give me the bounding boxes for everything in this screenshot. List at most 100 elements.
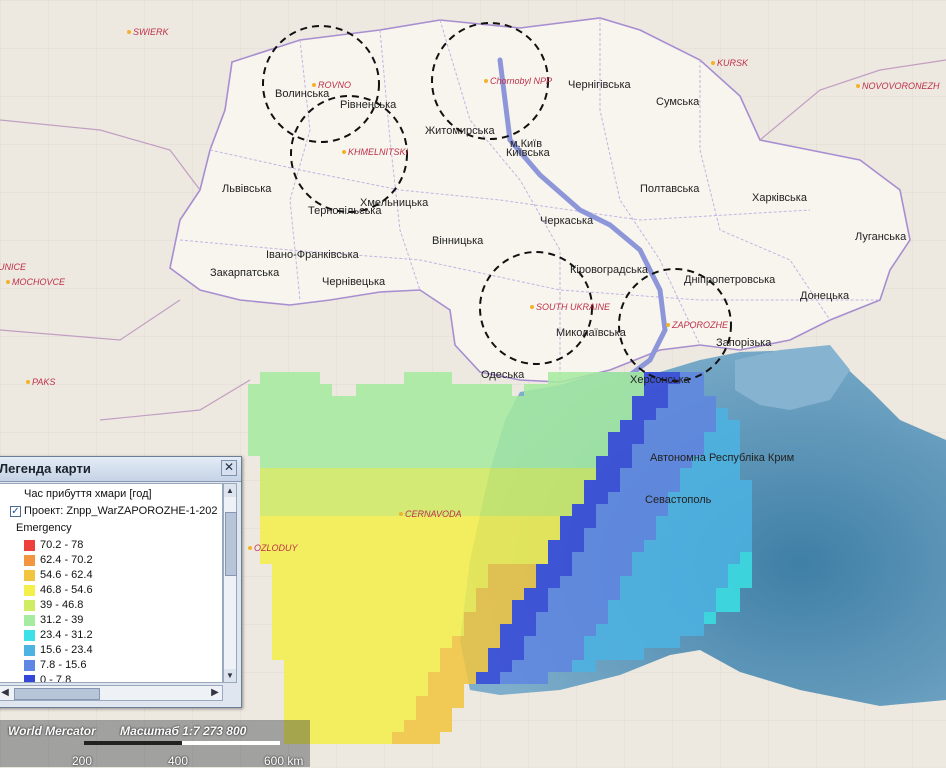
plume-cell — [572, 372, 584, 384]
plume-cell — [452, 696, 464, 708]
plume-cell — [284, 528, 296, 540]
plume-cell — [596, 528, 608, 540]
close-icon[interactable]: ✕ — [221, 460, 237, 476]
scroll-thumb-horizontal[interactable] — [14, 688, 100, 700]
plume-cell — [488, 504, 500, 516]
plume-cell — [368, 444, 380, 456]
plume-cell — [260, 492, 272, 504]
plume-cell — [500, 576, 512, 588]
region-label: Вінницька — [432, 235, 484, 247]
plume-cell — [716, 600, 728, 612]
plume-cell — [320, 384, 332, 396]
plume-cell — [428, 372, 440, 384]
plume-cell — [272, 396, 284, 408]
plume-cell — [332, 516, 344, 528]
plume-cell — [344, 564, 356, 576]
plume-cell — [488, 672, 500, 684]
plume-cell — [500, 432, 512, 444]
plume-cell — [380, 516, 392, 528]
plume-cell — [392, 552, 404, 564]
plume-cell — [308, 564, 320, 576]
plume-cell — [344, 588, 356, 600]
plume-cell — [608, 384, 620, 396]
plume-cell — [272, 552, 284, 564]
plume-cell — [332, 732, 344, 744]
plume-cell — [728, 492, 740, 504]
plume-cell — [680, 468, 692, 480]
plume-cell — [404, 612, 416, 624]
scroll-right-icon[interactable]: ▶ — [208, 686, 222, 700]
plume-cell — [740, 564, 752, 576]
plume-cell — [560, 576, 572, 588]
plume-cell — [428, 432, 440, 444]
plume-cell — [620, 420, 632, 432]
plume-cell — [356, 648, 368, 660]
project-checkbox[interactable]: ✓ — [10, 506, 21, 517]
plume-cell — [428, 444, 440, 456]
plume-cell — [620, 612, 632, 624]
plume-cell — [368, 636, 380, 648]
plume-cell — [740, 504, 752, 516]
plume-cell — [488, 408, 500, 420]
plume-cell — [416, 480, 428, 492]
scroll-up-icon[interactable]: ▲ — [224, 484, 236, 497]
plume-cell — [548, 660, 560, 672]
plume-cell — [692, 612, 704, 624]
scroll-thumb[interactable] — [225, 512, 237, 576]
plume-cell — [584, 372, 596, 384]
plume-cell — [560, 372, 572, 384]
plume-cell — [488, 528, 500, 540]
plume-cell — [344, 480, 356, 492]
plume-cell — [284, 372, 296, 384]
plume-cell — [476, 468, 488, 480]
plume-cell — [512, 504, 524, 516]
plume-cell — [524, 396, 536, 408]
plume-cell — [632, 600, 644, 612]
scroll-down-icon[interactable]: ▼ — [224, 669, 236, 682]
plume-cell — [488, 588, 500, 600]
plume-cell — [620, 636, 632, 648]
plume-cell — [524, 672, 536, 684]
plume-cell — [344, 612, 356, 624]
scroll-left-icon[interactable]: ◀ — [0, 686, 12, 700]
plume-cell — [512, 648, 524, 660]
plume-cell — [608, 552, 620, 564]
plume-cell — [536, 528, 548, 540]
plume-cell — [392, 408, 404, 420]
plume-cell — [608, 432, 620, 444]
plume-cell — [560, 396, 572, 408]
plume-cell — [692, 420, 704, 432]
legend-vertical-scrollbar[interactable]: ▲ ▼ — [223, 483, 237, 683]
plume-cell — [488, 420, 500, 432]
plume-cell — [524, 636, 536, 648]
plume-cell — [380, 468, 392, 480]
plume-cell — [392, 732, 404, 744]
plume-cell — [452, 552, 464, 564]
plume-cell — [512, 600, 524, 612]
plume-cell — [476, 612, 488, 624]
plume-cell — [572, 408, 584, 420]
plume-cell — [548, 396, 560, 408]
plume-cell — [248, 408, 260, 420]
region-label: Автономна Республіка Крим — [650, 452, 794, 464]
plume-cell — [344, 540, 356, 552]
plume-cell — [356, 564, 368, 576]
plume-cell — [320, 576, 332, 588]
legend-horizontal-scrollbar[interactable]: ◀ ▶ — [0, 685, 223, 701]
plume-cell — [692, 372, 704, 384]
plume-cell — [560, 600, 572, 612]
plume-cell — [308, 540, 320, 552]
plume-cell — [368, 480, 380, 492]
plume-cell — [380, 420, 392, 432]
plume-cell — [344, 552, 356, 564]
plume-cell — [572, 600, 584, 612]
map-legend-window[interactable]: Легенда карти ✕ Час прибуття хмари [год]… — [0, 456, 242, 708]
plume-cell — [272, 444, 284, 456]
plume-cell — [500, 516, 512, 528]
plume-cell — [656, 576, 668, 588]
legend-titlebar[interactable]: Легенда карти ✕ — [0, 457, 241, 482]
plume-cell — [524, 600, 536, 612]
npp-marker-icon — [484, 79, 488, 83]
plume-cell — [284, 492, 296, 504]
plume-cell — [572, 564, 584, 576]
